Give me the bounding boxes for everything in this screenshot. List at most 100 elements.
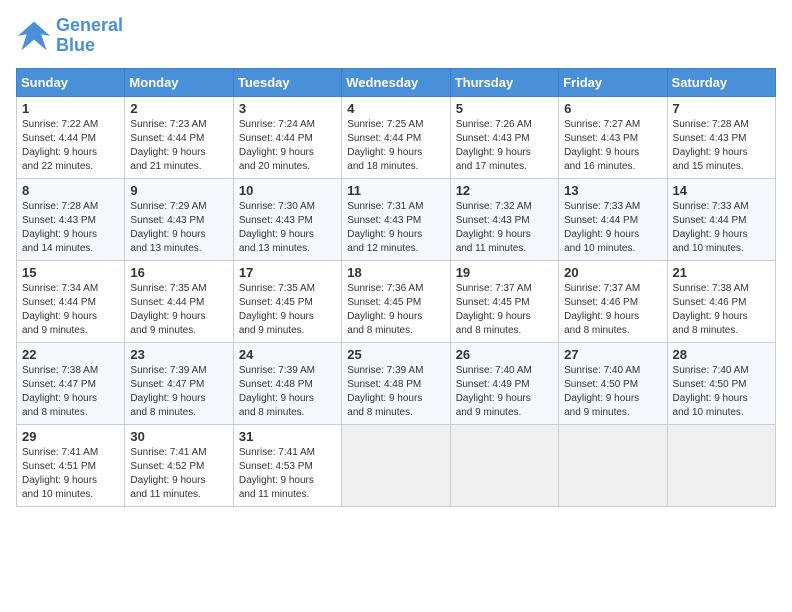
day-info: Sunrise: 7:32 AMSunset: 4:43 PMDaylight:… — [456, 200, 553, 256]
calendar-day-cell — [450, 424, 558, 506]
day-number: 16 — [130, 265, 227, 280]
calendar-day-cell: 3 Sunrise: 7:24 AMSunset: 4:44 PMDaylight… — [233, 96, 341, 178]
day-info: Sunrise: 7:28 AMSunset: 4:43 PMDaylight:… — [673, 118, 770, 174]
day-info: Sunrise: 7:41 AMSunset: 4:53 PMDaylight:… — [239, 446, 336, 502]
day-number: 12 — [456, 183, 553, 198]
weekday-header: Tuesday — [233, 68, 341, 96]
day-number: 27 — [564, 347, 661, 362]
day-info: Sunrise: 7:33 AMSunset: 4:44 PMDaylight:… — [564, 200, 661, 256]
page-header: General Blue — [16, 16, 776, 56]
day-info: Sunrise: 7:38 AMSunset: 4:46 PMDaylight:… — [673, 282, 770, 338]
weekday-header: Sunday — [17, 68, 125, 96]
day-info: Sunrise: 7:33 AMSunset: 4:44 PMDaylight:… — [673, 200, 770, 256]
calendar-day-cell: 10Sunrise: 7:30 AMSunset: 4:43 PMDayligh… — [233, 178, 341, 260]
weekday-header: Monday — [125, 68, 233, 96]
calendar-day-cell: 5 Sunrise: 7:26 AMSunset: 4:43 PMDaylight… — [450, 96, 558, 178]
day-number: 29 — [22, 429, 119, 444]
day-info: Sunrise: 7:39 AMSunset: 4:47 PMDaylight:… — [130, 364, 227, 420]
day-number: 2 — [130, 101, 227, 116]
logo-icon — [16, 18, 52, 54]
day-number: 20 — [564, 265, 661, 280]
weekday-header: Friday — [559, 68, 667, 96]
day-info: Sunrise: 7:39 AMSunset: 4:48 PMDaylight:… — [347, 364, 444, 420]
weekday-header: Wednesday — [342, 68, 450, 96]
day-info: Sunrise: 7:26 AMSunset: 4:43 PMDaylight:… — [456, 118, 553, 174]
calendar-day-cell: 14 Sunrise: 7:33 AMSunset: 4:44 PMDayligh… — [667, 178, 775, 260]
day-number: 14 — [673, 183, 770, 198]
calendar-day-cell: 24 Sunrise: 7:39 AMSunset: 4:48 PMDayligh… — [233, 342, 341, 424]
day-number: 22 — [22, 347, 119, 362]
day-number: 24 — [239, 347, 336, 362]
calendar-day-cell: 26 Sunrise: 7:40 AMSunset: 4:49 PMDayligh… — [450, 342, 558, 424]
day-info: Sunrise: 7:40 AMSunset: 4:50 PMDaylight:… — [564, 364, 661, 420]
calendar-day-cell: 20 Sunrise: 7:37 AMSunset: 4:46 PMDayligh… — [559, 260, 667, 342]
day-info: Sunrise: 7:36 AMSunset: 4:45 PMDaylight:… — [347, 282, 444, 338]
day-number: 11 — [347, 183, 444, 198]
day-info: Sunrise: 7:27 AMSunset: 4:43 PMDaylight:… — [564, 118, 661, 174]
calendar-table: SundayMondayTuesdayWednesdayThursdayFrid… — [16, 68, 776, 507]
day-number: 23 — [130, 347, 227, 362]
calendar-day-cell: 8 Sunrise: 7:28 AMSunset: 4:43 PMDaylight… — [17, 178, 125, 260]
day-number: 8 — [22, 183, 119, 198]
day-info: Sunrise: 7:31 AMSunset: 4:43 PMDaylight:… — [347, 200, 444, 256]
day-number: 26 — [456, 347, 553, 362]
day-info: Sunrise: 7:34 AMSunset: 4:44 PMDaylight:… — [22, 282, 119, 338]
calendar-day-cell: 12 Sunrise: 7:32 AMSunset: 4:43 PMDayligh… — [450, 178, 558, 260]
calendar-week-row: 29 Sunrise: 7:41 AMSunset: 4:51 PMDayligh… — [17, 424, 776, 506]
day-number: 7 — [673, 101, 770, 116]
day-info: Sunrise: 7:39 AMSunset: 4:48 PMDaylight:… — [239, 364, 336, 420]
day-number: 6 — [564, 101, 661, 116]
day-info: Sunrise: 7:22 AMSunset: 4:44 PMDaylight:… — [22, 118, 119, 174]
day-number: 4 — [347, 101, 444, 116]
calendar-day-cell — [667, 424, 775, 506]
day-info: Sunrise: 7:30 AMSunset: 4:43 PMDaylight:… — [239, 200, 336, 256]
day-number: 18 — [347, 265, 444, 280]
day-number: 3 — [239, 101, 336, 116]
calendar-day-cell: 13 Sunrise: 7:33 AMSunset: 4:44 PMDayligh… — [559, 178, 667, 260]
calendar-day-cell: 28Sunrise: 7:40 AMSunset: 4:50 PMDayligh… — [667, 342, 775, 424]
calendar-day-cell: 15 Sunrise: 7:34 AMSunset: 4:44 PMDayligh… — [17, 260, 125, 342]
calendar-header-row: SundayMondayTuesdayWednesdayThursdayFrid… — [17, 68, 776, 96]
calendar-day-cell: 7 Sunrise: 7:28 AMSunset: 4:43 PMDaylight… — [667, 96, 775, 178]
calendar-week-row: 8 Sunrise: 7:28 AMSunset: 4:43 PMDaylight… — [17, 178, 776, 260]
calendar-day-cell: 1Sunrise: 7:22 AMSunset: 4:44 PMDaylight… — [17, 96, 125, 178]
calendar-day-cell: 6 Sunrise: 7:27 AMSunset: 4:43 PMDaylight… — [559, 96, 667, 178]
weekday-header: Thursday — [450, 68, 558, 96]
day-info: Sunrise: 7:35 AMSunset: 4:45 PMDaylight:… — [239, 282, 336, 338]
calendar-day-cell: 21Sunrise: 7:38 AMSunset: 4:46 PMDayligh… — [667, 260, 775, 342]
logo: General Blue — [16, 16, 123, 56]
calendar-day-cell: 31 Sunrise: 7:41 AMSunset: 4:53 PMDayligh… — [233, 424, 341, 506]
day-info: Sunrise: 7:25 AMSunset: 4:44 PMDaylight:… — [347, 118, 444, 174]
calendar-day-cell: 19Sunrise: 7:37 AMSunset: 4:45 PMDayligh… — [450, 260, 558, 342]
day-number: 19 — [456, 265, 553, 280]
calendar-week-row: 15 Sunrise: 7:34 AMSunset: 4:44 PMDayligh… — [17, 260, 776, 342]
calendar-day-cell: 4 Sunrise: 7:25 AMSunset: 4:44 PMDaylight… — [342, 96, 450, 178]
logo-text: General Blue — [56, 16, 123, 56]
calendar-week-row: 1Sunrise: 7:22 AMSunset: 4:44 PMDaylight… — [17, 96, 776, 178]
day-info: Sunrise: 7:29 AMSunset: 4:43 PMDaylight:… — [130, 200, 227, 256]
day-number: 15 — [22, 265, 119, 280]
day-number: 30 — [130, 429, 227, 444]
weekday-header: Saturday — [667, 68, 775, 96]
calendar-day-cell: 22 Sunrise: 7:38 AMSunset: 4:47 PMDayligh… — [17, 342, 125, 424]
day-info: Sunrise: 7:35 AMSunset: 4:44 PMDaylight:… — [130, 282, 227, 338]
calendar-day-cell: 11 Sunrise: 7:31 AMSunset: 4:43 PMDayligh… — [342, 178, 450, 260]
day-info: Sunrise: 7:38 AMSunset: 4:47 PMDaylight:… — [22, 364, 119, 420]
day-number: 13 — [564, 183, 661, 198]
calendar-week-row: 22 Sunrise: 7:38 AMSunset: 4:47 PMDayligh… — [17, 342, 776, 424]
day-info: Sunrise: 7:28 AMSunset: 4:43 PMDaylight:… — [22, 200, 119, 256]
calendar-day-cell: 9Sunrise: 7:29 AMSunset: 4:43 PMDaylight… — [125, 178, 233, 260]
calendar-day-cell: 18 Sunrise: 7:36 AMSunset: 4:45 PMDayligh… — [342, 260, 450, 342]
day-info: Sunrise: 7:24 AMSunset: 4:44 PMDaylight:… — [239, 118, 336, 174]
day-number: 31 — [239, 429, 336, 444]
calendar-day-cell: 16 Sunrise: 7:35 AMSunset: 4:44 PMDayligh… — [125, 260, 233, 342]
calendar-day-cell: 25Sunrise: 7:39 AMSunset: 4:48 PMDayligh… — [342, 342, 450, 424]
calendar-day-cell: 27 Sunrise: 7:40 AMSunset: 4:50 PMDayligh… — [559, 342, 667, 424]
calendar-day-cell: 23 Sunrise: 7:39 AMSunset: 4:47 PMDayligh… — [125, 342, 233, 424]
day-number: 5 — [456, 101, 553, 116]
day-info: Sunrise: 7:23 AMSunset: 4:44 PMDaylight:… — [130, 118, 227, 174]
day-info: Sunrise: 7:40 AMSunset: 4:49 PMDaylight:… — [456, 364, 553, 420]
day-info: Sunrise: 7:41 AMSunset: 4:52 PMDaylight:… — [130, 446, 227, 502]
day-info: Sunrise: 7:37 AMSunset: 4:46 PMDaylight:… — [564, 282, 661, 338]
day-info: Sunrise: 7:41 AMSunset: 4:51 PMDaylight:… — [22, 446, 119, 502]
